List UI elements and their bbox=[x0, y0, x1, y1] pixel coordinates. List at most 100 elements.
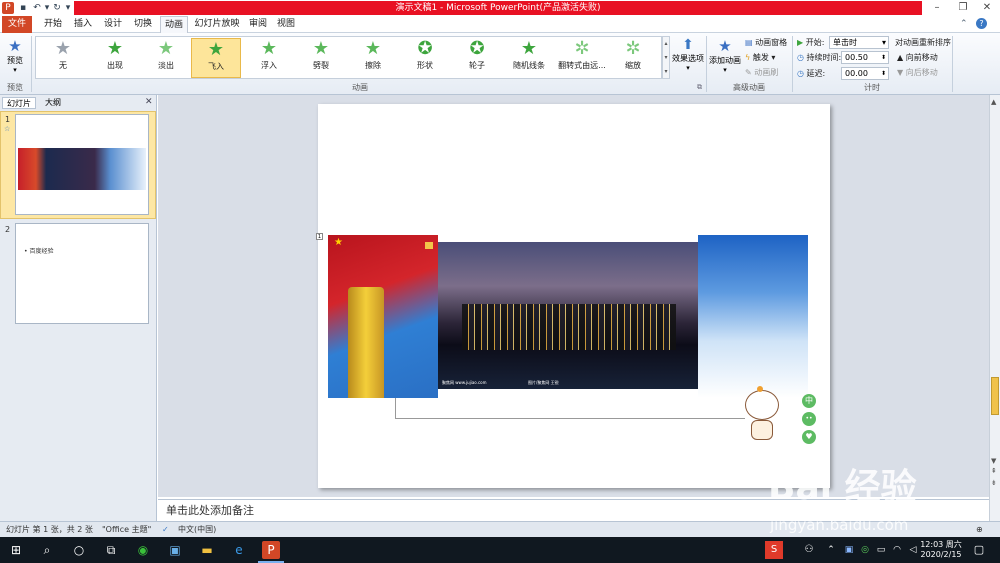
tab-home[interactable]: 开始 bbox=[40, 16, 66, 33]
remote-desktop-icon[interactable]: ▣ bbox=[166, 541, 184, 559]
vertical-scrollbar[interactable]: ▲ ▼ ⇞ ⇟ bbox=[989, 95, 1000, 521]
minimize-button[interactable]: – bbox=[924, 0, 950, 16]
search-icon[interactable]: ⌕ bbox=[38, 541, 56, 559]
anim-wheel[interactable]: ✪ 轮子 bbox=[452, 38, 502, 78]
anim-label: 出现 bbox=[107, 61, 123, 70]
flag-star-icon: ★ bbox=[334, 237, 343, 248]
slide-thumbnail-2[interactable]: • 百度经验 bbox=[15, 223, 149, 324]
slide-canvas: ★ 聚焦网 www.jujiao.com 图片/聚焦网 王锐 1 中 •• ♥ bbox=[158, 95, 989, 497]
reorder-label: 对动画重新排序 bbox=[895, 38, 951, 47]
group-label-advanced: 高级动画 bbox=[733, 83, 765, 92]
trigger-button[interactable]: ϟ 触发 ▾ bbox=[745, 52, 775, 63]
powerpoint-app-icon[interactable]: P bbox=[2, 2, 14, 14]
anim-label: 翻转式由远... bbox=[558, 61, 606, 70]
anim-none[interactable]: ★ 无 bbox=[38, 38, 88, 78]
tab-slideshow[interactable]: 幻灯片放映 bbox=[192, 16, 242, 33]
move-later-button[interactable]: ▼ 向后移动 bbox=[897, 67, 938, 78]
close-icon[interactable]: ✕ bbox=[145, 97, 153, 107]
spin-icon: ⬍ bbox=[880, 70, 886, 77]
animation-order-tag[interactable]: 1 bbox=[316, 233, 323, 240]
move-earlier-button[interactable]: ▲ 向前移动 bbox=[897, 52, 938, 63]
start-value: 单击时 bbox=[833, 38, 857, 47]
triangle-up-icon: ▲ bbox=[897, 53, 904, 62]
tab-outline[interactable]: 大纲 bbox=[38, 97, 68, 109]
title-bar: P ▪ ↶ ▾ ↻ ▾ 演示文稿1 - Microsoft PowerPoint… bbox=[0, 0, 1000, 16]
delay-stepper[interactable]: 00.00 ⬍ bbox=[841, 67, 889, 80]
minimize-ribbon-icon[interactable]: ⌃ bbox=[960, 19, 968, 29]
scroll-down-icon[interactable]: ▼ bbox=[991, 457, 996, 465]
powerpoint-taskbar-icon[interactable]: P bbox=[262, 541, 280, 559]
windows-start-icon[interactable]: ⊞ bbox=[7, 541, 25, 559]
anim-label: 形状 bbox=[417, 61, 433, 70]
tab-insert[interactable]: 插入 bbox=[70, 16, 96, 33]
animation-pane-button[interactable]: ▤ 动画窗格 bbox=[745, 37, 787, 48]
anim-appear[interactable]: ★ 出现 bbox=[90, 38, 140, 78]
clock-icon: ◷ bbox=[797, 53, 804, 62]
anim-fly-in[interactable]: ★ 飞入 bbox=[191, 38, 241, 78]
animation-painter-button[interactable]: ✎ 动画刷 bbox=[745, 67, 778, 78]
tab-animations[interactable]: 动画 bbox=[160, 16, 188, 33]
triangle-down-icon: ▼ bbox=[897, 68, 904, 77]
tray-up-icon[interactable]: ⌃ bbox=[822, 541, 840, 559]
anim-zoom[interactable]: ✲ 缩放 bbox=[608, 38, 658, 78]
add-animation-button[interactable]: ★ 添加动画 ▾ bbox=[708, 37, 742, 74]
delay-value: 00.00 bbox=[845, 69, 868, 78]
notification-center-icon[interactable]: ▢ bbox=[970, 541, 988, 559]
anim-label: 随机线条 bbox=[513, 61, 545, 70]
next-slide-icon[interactable]: ⇟ bbox=[991, 479, 997, 487]
anim-fade[interactable]: ★ 淡出 bbox=[141, 38, 191, 78]
help-icon[interactable]: ? bbox=[976, 18, 987, 29]
group-label-timing: 计时 bbox=[864, 83, 880, 92]
dialog-launcher-icon[interactable]: ⧉ bbox=[697, 83, 702, 92]
task-view-icon[interactable]: ○ bbox=[70, 541, 88, 559]
star-icon: ★ bbox=[157, 38, 175, 59]
duration-stepper[interactable]: 00.50 ⬍ bbox=[841, 51, 889, 64]
clock-date: 2020/2/15 bbox=[920, 550, 962, 559]
tab-design[interactable]: 设计 bbox=[100, 16, 126, 33]
sogou-input-icon[interactable]: S bbox=[765, 541, 783, 559]
file-explorer-icon[interactable]: ▬ bbox=[198, 541, 216, 559]
delay-label: ◷ 延迟: bbox=[797, 68, 825, 79]
spellcheck-icon[interactable]: ✓ bbox=[162, 522, 169, 537]
restore-button[interactable]: ❐ bbox=[950, 0, 976, 16]
tab-slides[interactable]: 幻灯片 bbox=[2, 97, 36, 109]
language-status[interactable]: 中文(中国) bbox=[178, 522, 216, 537]
slide-1[interactable]: ★ 聚焦网 www.jujiao.com 图片/聚焦网 王锐 1 中 •• ♥ bbox=[316, 104, 830, 488]
widgets-icon[interactable]: ⧉ bbox=[102, 541, 120, 559]
people-icon[interactable]: ⚇ bbox=[800, 541, 818, 559]
anim-grow-turn[interactable]: ✲ 翻转式由远... bbox=[554, 38, 610, 78]
browser-360-icon[interactable]: ◉ bbox=[134, 541, 152, 559]
tab-review[interactable]: 审阅 bbox=[246, 16, 270, 33]
chevron-down-icon: ▾ bbox=[686, 64, 690, 72]
gallery-scroll[interactable]: ▴ ▾ ▾ bbox=[662, 36, 670, 79]
save-icon[interactable]: ▪ bbox=[17, 2, 29, 14]
anim-wipe[interactable]: ★ 擦除 bbox=[348, 38, 398, 78]
theme-name[interactable]: "Office 主题" bbox=[102, 522, 151, 537]
zoom-in-icon[interactable]: ⊕ bbox=[976, 522, 983, 537]
scroll-thumb[interactable] bbox=[991, 377, 999, 415]
emoji-reaction-zh: 中 bbox=[802, 394, 816, 408]
anim-shape[interactable]: ✪ 形状 bbox=[400, 38, 450, 78]
slide-thumbnail-1[interactable] bbox=[15, 114, 149, 215]
prev-slide-icon[interactable]: ⇞ bbox=[991, 467, 997, 475]
anim-float-in[interactable]: ★ 浮入 bbox=[244, 38, 294, 78]
edge-browser-icon[interactable]: e bbox=[230, 541, 248, 559]
scroll-up-icon[interactable]: ▲ bbox=[991, 98, 996, 106]
tab-transitions[interactable]: 切换 bbox=[130, 16, 156, 33]
close-button[interactable]: ✕ bbox=[974, 0, 1000, 16]
effect-options-button[interactable]: ⬆ 效果选项 ▾ bbox=[672, 37, 704, 72]
clock[interactable]: 12:03 周六 2020/2/15 bbox=[920, 540, 962, 560]
start-select[interactable]: 单击时 ▾ bbox=[829, 36, 889, 49]
banner-image[interactable]: ★ 聚焦网 www.jujiao.com 图片/聚焦网 王锐 bbox=[328, 235, 808, 398]
placeholder-border bbox=[395, 418, 745, 419]
tab-file[interactable]: 文件 bbox=[2, 16, 32, 33]
anim-random-bars[interactable]: ★ 随机线条 bbox=[504, 38, 554, 78]
customize-quick-access-icon[interactable]: ▾ bbox=[62, 2, 74, 14]
tab-view[interactable]: 视图 bbox=[274, 16, 298, 33]
preview-button[interactable]: ★ 预览 ▾ bbox=[4, 37, 26, 74]
anim-split[interactable]: ★ 劈裂 bbox=[296, 38, 346, 78]
preview-star-icon: ★ bbox=[8, 37, 22, 55]
windows-taskbar: ⊞ ⌕ ○ ⧉ ◉ ▣ ▬ e P S ⚇ ⌃ ▣ ◎ ▭ ◠ ◁ 12:03 … bbox=[0, 537, 1000, 563]
star-icon: ★ bbox=[260, 38, 278, 59]
layout-anchor-icon bbox=[425, 242, 433, 249]
